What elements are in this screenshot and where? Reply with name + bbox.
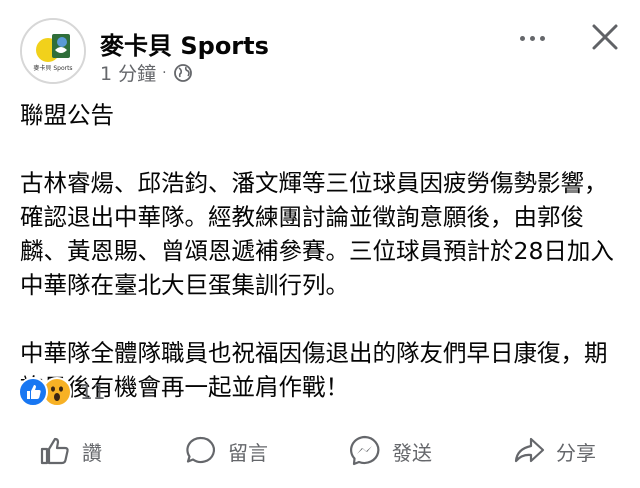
- more-dot-icon: [519, 35, 525, 41]
- share-label: 分享: [556, 440, 596, 465]
- post-meta: 1 分鐘 ·: [100, 59, 193, 86]
- comment-button[interactable]: 留言: [184, 432, 268, 470]
- globe-icon[interactable]: [173, 63, 193, 83]
- svg-text:麥卡貝 Sports: 麥卡貝 Sports: [33, 64, 72, 72]
- more-dot-icon: [529, 35, 535, 41]
- messenger-icon: [350, 435, 380, 466]
- reactions-summary[interactable]: 11: [18, 376, 105, 408]
- more-options-button[interactable]: [514, 24, 550, 52]
- like-button[interactable]: 讚: [38, 432, 102, 470]
- post-header: 麥卡貝 Sports 麥卡貝 Sports 1 分鐘 ·: [0, 0, 640, 92]
- post-body: 聯盟公告 古林睿煬、邱浩鈞、潘文輝等三位球員因疲勞傷勢影響，確認退出中華隊。經教…: [20, 98, 630, 404]
- action-bar: 讚 留言 發送 分享: [0, 420, 640, 480]
- avatar-logo-icon: 麥卡貝 Sports: [22, 20, 84, 82]
- send-button[interactable]: 發送: [348, 432, 432, 470]
- reaction-count[interactable]: 11: [80, 380, 105, 404]
- like-reaction-icon: [18, 377, 48, 407]
- meta-separator: ·: [162, 64, 167, 81]
- post-paragraph-2: 中華隊全體隊職員也祝福因傷退出的隊友們早日康復，期許日後有機會再一起並肩作戰！: [20, 339, 608, 401]
- more-dot-icon: [539, 35, 545, 41]
- thumbs-up-icon: [40, 437, 69, 465]
- like-label: 讚: [82, 440, 102, 465]
- comment-bubble-icon: [186, 436, 216, 464]
- post-title: 聯盟公告: [20, 101, 114, 129]
- post-spacer: [20, 302, 630, 336]
- page-name[interactable]: 麥卡貝 Sports: [100, 26, 269, 61]
- comment-label: 留言: [228, 440, 268, 465]
- post-paragraph-1: 古林睿煬、邱浩鈞、潘文輝等三位球員因疲勞傷勢影響，確認退出中華隊。經教練團討論並…: [20, 169, 614, 299]
- send-label: 發送: [392, 440, 432, 465]
- avatar[interactable]: 麥卡貝 Sports: [20, 18, 86, 84]
- close-icon[interactable]: [586, 18, 624, 56]
- share-button[interactable]: 分享: [512, 432, 596, 470]
- timestamp[interactable]: 1 分鐘: [100, 59, 156, 86]
- share-arrow-icon: [514, 437, 545, 463]
- post-spacer: [20, 132, 630, 166]
